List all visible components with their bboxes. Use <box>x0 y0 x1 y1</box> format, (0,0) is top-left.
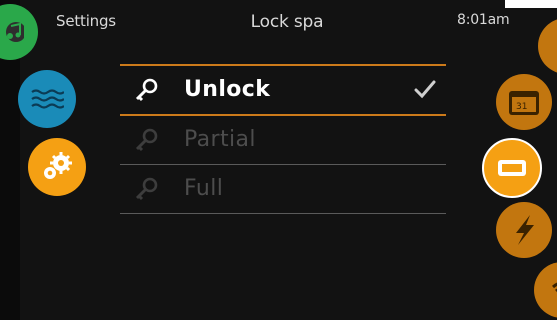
breadcrumb-settings[interactable]: Settings <box>56 12 116 30</box>
screen-button[interactable] <box>482 138 542 198</box>
svg-text:31: 31 <box>516 102 527 112</box>
clock-time: 8:01am <box>457 12 510 28</box>
wifi-icon <box>551 281 557 299</box>
music-icon <box>0 18 24 46</box>
spa-control-screen: Settings Lock spa 8:01am 31 Unlock Parti… <box>0 0 557 320</box>
speaker-button[interactable] <box>538 18 557 74</box>
water-icon <box>30 88 64 110</box>
key-icon <box>134 128 158 156</box>
settings-icon <box>39 149 75 185</box>
page-title: Lock spa <box>250 12 324 32</box>
menu-item-partial[interactable]: Partial <box>120 116 446 165</box>
power-button[interactable] <box>496 202 552 258</box>
calendar-icon: 31 <box>507 87 541 117</box>
key-icon <box>134 177 158 205</box>
music-button[interactable] <box>0 4 38 60</box>
key-icon <box>134 78 158 106</box>
screen-icon <box>496 158 528 178</box>
menu-item-label: Partial <box>184 127 256 152</box>
wifi-button[interactable] <box>534 262 557 318</box>
settings-button[interactable] <box>28 138 86 196</box>
checkmark-icon <box>414 79 436 103</box>
menu-item-full[interactable]: Full <box>120 165 446 214</box>
lightning-icon <box>510 213 538 247</box>
water-button[interactable] <box>18 70 76 128</box>
menu-item-label: Full <box>184 176 224 201</box>
calendar-button[interactable]: 31 <box>496 74 552 130</box>
menu-item-label: Unlock <box>184 77 271 102</box>
menu-item-unlock[interactable]: Unlock <box>120 64 446 116</box>
corner-white <box>505 0 557 8</box>
lock-menu: Unlock Partial Full <box>120 64 446 214</box>
